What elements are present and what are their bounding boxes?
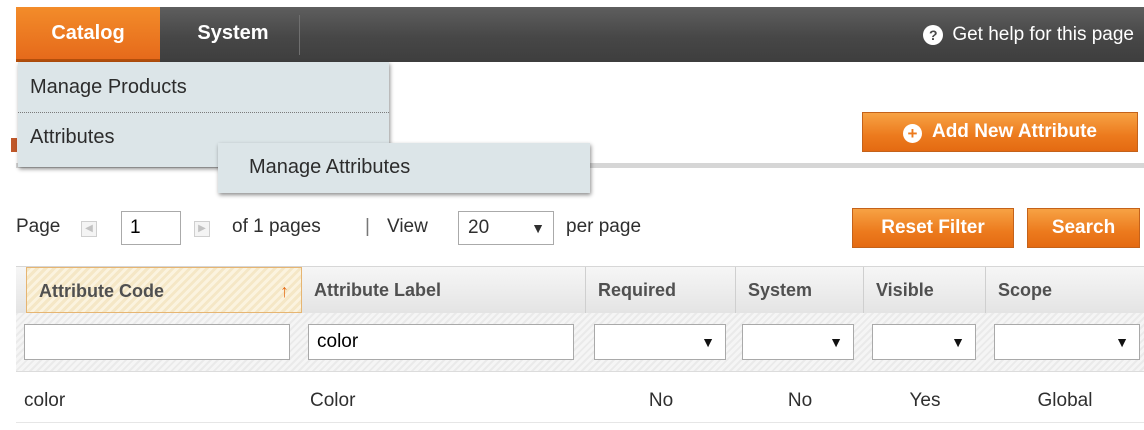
column-header-label: Attribute Code: [39, 281, 164, 301]
chevron-down-icon: ▼: [829, 334, 843, 350]
cell-required: No: [648, 390, 674, 411]
filter-required-select[interactable]: ▼: [594, 324, 726, 360]
of-pages-text: of 1 pages: [232, 216, 321, 237]
reset-filter-button[interactable]: Reset Filter: [852, 208, 1014, 248]
per-page-select[interactable]: 20 ▼: [458, 211, 554, 245]
cell-system: No: [787, 390, 813, 411]
filter-scope-select[interactable]: ▼: [994, 324, 1140, 360]
nav-system[interactable]: System: [166, 7, 300, 62]
add-new-attribute-button[interactable]: + Add New Attribute: [862, 112, 1138, 152]
column-header-attribute-label[interactable]: Attribute Label: [302, 267, 586, 313]
view-label: View: [387, 216, 428, 237]
attributes-flyout-menu: Manage Attributes: [218, 143, 590, 193]
table-row[interactable]: color Color No No Yes Global: [16, 372, 1144, 423]
nav-divider: [299, 15, 300, 55]
admin-nav-bar: Catalog System ? Get help for this page: [16, 7, 1144, 62]
menu-item-manage-products[interactable]: Manage Products: [30, 76, 187, 99]
filter-system-select[interactable]: ▼: [742, 324, 854, 360]
cell-scope: Global: [1037, 390, 1093, 411]
page-number-input[interactable]: [121, 211, 181, 245]
column-header-label: System: [748, 280, 813, 300]
help-icon: ?: [923, 24, 944, 45]
grid-header: Attribute Code ↑ Attribute Label Require…: [16, 266, 1144, 313]
column-header-visible[interactable]: Visible: [864, 267, 986, 313]
add-new-attribute-label: Add New Attribute: [931, 121, 1097, 142]
page-title-fragment: [11, 138, 17, 152]
cell-attribute-label: Color: [310, 390, 356, 411]
cell-visible: Yes: [909, 390, 941, 411]
prev-page-arrow-icon[interactable]: ◀: [81, 221, 97, 237]
per-page-value: 20: [468, 217, 490, 238]
help-link-label: Get help for this page: [952, 24, 1134, 45]
column-header-label: Scope: [998, 280, 1053, 300]
page-label: Page: [16, 216, 61, 237]
nav-catalog[interactable]: Catalog: [16, 7, 160, 62]
chevron-down-icon: ▼: [1115, 334, 1129, 350]
column-header-scope[interactable]: Scope: [986, 267, 1144, 313]
column-header-attribute-code[interactable]: Attribute Code ↑: [26, 267, 302, 313]
next-page-arrow-icon[interactable]: ▶: [194, 221, 210, 237]
column-header-label: Visible: [876, 280, 934, 300]
per-page-label: per page: [566, 216, 642, 237]
menu-item-manage-attributes[interactable]: Manage Attributes: [249, 156, 410, 179]
column-header-system[interactable]: System: [736, 267, 864, 313]
column-header-label: Required: [598, 280, 677, 300]
menu-divider: [18, 112, 389, 113]
search-button[interactable]: Search: [1027, 208, 1140, 248]
pager-separator: |: [365, 216, 370, 237]
filter-attribute-code-input[interactable]: [24, 324, 290, 360]
column-header-required[interactable]: Required: [586, 267, 736, 313]
filter-attribute-label-input[interactable]: [308, 324, 574, 360]
help-link[interactable]: ? Get help for this page: [923, 7, 1134, 62]
filter-visible-select[interactable]: ▼: [872, 324, 976, 360]
plus-circle-icon: +: [902, 124, 922, 143]
chevron-down-icon: ▼: [951, 334, 965, 350]
cell-attribute-code: color: [24, 390, 66, 411]
chevron-down-icon: ▼: [531, 220, 545, 236]
sort-ascending-icon: ↑: [280, 281, 289, 301]
column-header-label: Attribute Label: [314, 280, 442, 300]
chevron-down-icon: ▼: [701, 334, 715, 350]
menu-item-attributes[interactable]: Attributes: [30, 126, 114, 149]
grid-filter-row: ▼ ▼ ▼ ▼: [16, 313, 1144, 372]
